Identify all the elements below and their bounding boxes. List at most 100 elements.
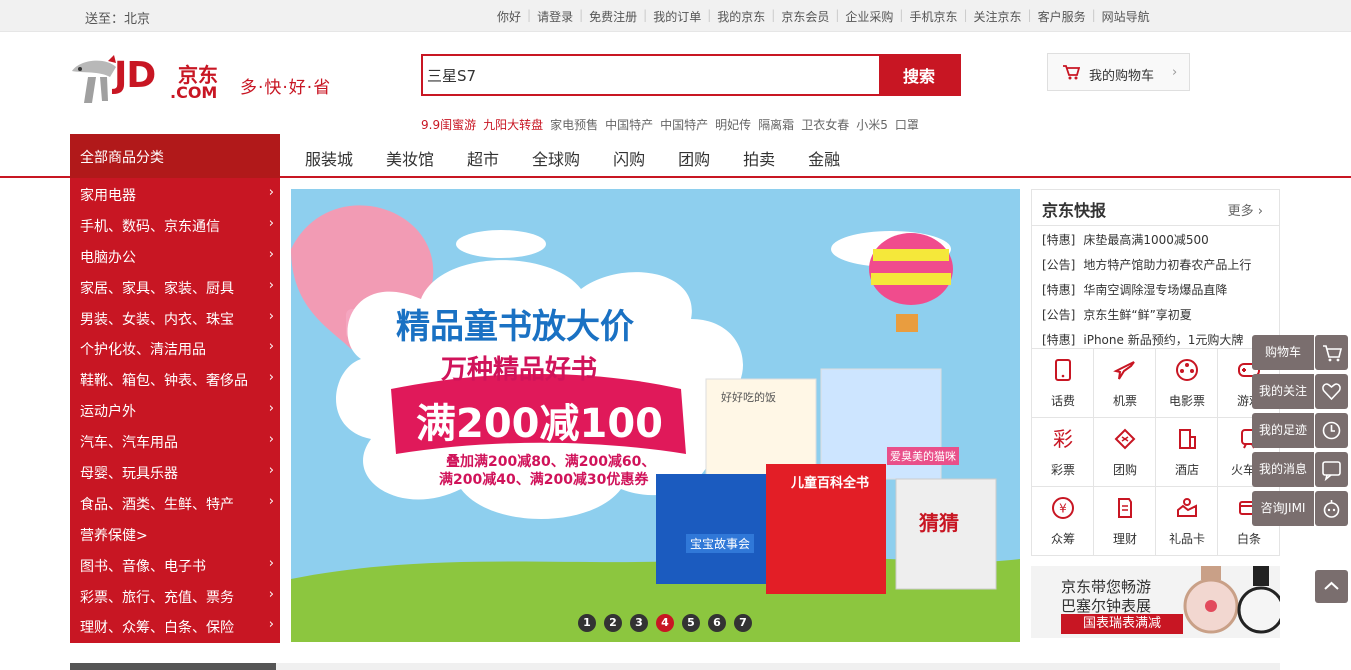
chevron-right-icon: ›: [268, 463, 274, 479]
category-item[interactable]: 图书、音像、电子书 ›: [70, 549, 280, 580]
logo-jd-text: JD: [114, 55, 156, 96]
category-item[interactable]: 家居、家具、家装、厨具 ›: [70, 271, 280, 302]
login-link[interactable]: 请登录: [537, 8, 573, 25]
banner-offer: 满200减100: [416, 401, 663, 447]
nav-item-auction[interactable]: 拍卖: [743, 146, 775, 170]
nav-item-supermarket[interactable]: 超市: [467, 146, 499, 170]
hot-word-link[interactable]: 卫衣女春: [801, 116, 849, 133]
category-item[interactable]: 理财、众筹、白条、保险 ›: [70, 610, 280, 641]
service-giftcard[interactable]: 礼品卡: [1156, 487, 1218, 556]
nav-item-global[interactable]: 全球购: [532, 146, 580, 170]
category-item[interactable]: 鞋靴、箱包、钟表、奢侈品 ›: [70, 363, 280, 394]
logo-slogan: 多·快·好·省: [240, 78, 332, 98]
service-label: 电影票: [1168, 394, 1205, 408]
watch-ad[interactable]: 京东带您畅游 巴塞尔钟表展 国表瑞表满减: [1031, 566, 1280, 638]
hot-word-link[interactable]: 九阳大转盘: [483, 116, 543, 133]
banner-subtitle: 万种精品好书: [441, 355, 598, 385]
mobile-jd-link[interactable]: 手机京东: [909, 8, 957, 25]
hot-word-link[interactable]: 中国特产: [605, 116, 653, 133]
search-input[interactable]: [423, 56, 881, 94]
service-hotel[interactable]: 酒店: [1156, 418, 1218, 487]
service-lottery[interactable]: 彩 彩票: [1032, 418, 1094, 487]
hot-word-link[interactable]: 口罩: [895, 116, 919, 133]
banner-book-2: 爱臭美的猫咪: [887, 447, 959, 465]
toolbar-history[interactable]: 我的足迹: [1252, 413, 1348, 448]
service-crowdfund[interactable]: ¥ 众筹: [1032, 487, 1094, 556]
nav-item-flash[interactable]: 闪购: [613, 146, 645, 170]
my-cart-button[interactable]: 我的购物车 ›: [1047, 53, 1190, 91]
chevron-up-icon: [1324, 581, 1339, 590]
my-jd-link[interactable]: 我的京东: [717, 8, 765, 25]
hot-word-link[interactable]: 家电预售: [550, 116, 598, 133]
service-phone[interactable]: 话费: [1032, 349, 1094, 418]
hot-word-link[interactable]: 小米5: [856, 116, 888, 133]
toolbar-cart[interactable]: 购物车: [1252, 335, 1348, 370]
news-item[interactable]: [公告] 京东生鲜“鲜”享初夏: [1042, 302, 1251, 327]
category-item[interactable]: 汽车、汽车用品 ›: [70, 425, 280, 456]
register-link[interactable]: 免费注册: [589, 8, 637, 25]
hot-word-link[interactable]: 9.9闺蜜游: [421, 116, 476, 133]
category-item[interactable]: 手机、数码、京东通信 ›: [70, 209, 280, 240]
category-item[interactable]: 食品、酒类、生鲜、特产 ›: [70, 487, 280, 518]
category-item[interactable]: 营养保健>: [70, 518, 280, 549]
category-label: 理财、众筹、白条、保险: [80, 620, 234, 637]
jd-logo[interactable]: JD 京东 .COM 多·快·好·省: [70, 55, 360, 115]
toolbar-follow[interactable]: 我的关注: [1252, 374, 1348, 409]
customer-service-link[interactable]: 客户服务: [1038, 8, 1086, 25]
follow-jd-link[interactable]: 关注京东: [974, 8, 1022, 25]
back-to-top-button[interactable]: [1315, 570, 1348, 603]
my-orders-link[interactable]: 我的订单: [653, 8, 701, 25]
nav-item-beauty[interactable]: 美妆馆: [386, 146, 434, 170]
category-item[interactable]: 电脑办公 ›: [70, 240, 280, 271]
service-flight[interactable]: 机票: [1094, 349, 1156, 418]
ad-line-1: 京东带您畅游: [1061, 578, 1152, 596]
banner-dot[interactable]: 1: [578, 614, 596, 632]
category-item[interactable]: 家用电器 ›: [70, 178, 280, 209]
service-movie[interactable]: 电影票: [1156, 349, 1218, 418]
banner-title: 精品童书放大价: [396, 307, 634, 347]
service-label: 机票: [1112, 394, 1137, 408]
news-item[interactable]: [特惠] 华南空调除湿专场爆品直降: [1042, 277, 1251, 302]
nav-item-clothing[interactable]: 服装城: [305, 146, 353, 170]
all-categories-header[interactable]: 全部商品分类: [70, 134, 280, 178]
banner-dot[interactable]: 2: [604, 614, 622, 632]
toolbar-jimi[interactable]: 咨询JIMI: [1252, 491, 1348, 526]
enterprise-link[interactable]: 企业采购: [845, 8, 893, 25]
chevron-right-icon: ›: [268, 308, 274, 324]
category-item[interactable]: 运动户外 ›: [70, 394, 280, 425]
news-title: 京东快报: [1042, 201, 1107, 220]
news-item[interactable]: [特惠] 床垫最高满1000减500: [1042, 227, 1251, 252]
chevron-right-icon: ›: [268, 555, 274, 571]
nav-item-finance[interactable]: 金融: [808, 146, 840, 170]
site-nav-link[interactable]: 网站导航: [1102, 8, 1150, 25]
jd-member-link[interactable]: 京东会员: [781, 8, 829, 25]
news-item[interactable]: [公告] 地方特产馆助力初春农产品上行: [1042, 252, 1251, 277]
nav-item-groupbuy[interactable]: 团购: [678, 146, 710, 170]
banner-dot-active[interactable]: 4: [656, 614, 674, 632]
chevron-right-icon: ›: [1172, 65, 1178, 80]
service-label: 礼品卡: [1168, 532, 1205, 546]
service-finance[interactable]: 理财: [1094, 487, 1156, 556]
toolbar-messages[interactable]: 我的消息: [1252, 452, 1348, 487]
search-button[interactable]: 搜索: [879, 56, 959, 94]
category-item[interactable]: 母婴、玩具乐器 ›: [70, 456, 280, 487]
banner-dot[interactable]: 5: [682, 614, 700, 632]
category-item[interactable]: 个护化妆、清洁用品 ›: [70, 332, 280, 363]
banner-dot[interactable]: 6: [708, 614, 726, 632]
promo-banner[interactable]: 精品童书放大价 万种精品好书 满200减100 叠加满200减80、满200减6…: [291, 189, 1020, 642]
cart-label: 我的购物车: [1089, 69, 1155, 84]
news-text: iPhone 新品预约，1元购大牌: [1083, 333, 1244, 347]
greeting: 你好: [497, 10, 522, 24]
service-groupbuy[interactable]: 团购: [1094, 418, 1156, 487]
banner-dot[interactable]: 3: [630, 614, 648, 632]
news-more-link[interactable]: 更多 ›: [1228, 200, 1263, 219]
category-item[interactable]: 彩票、旅行、充值、票务 ›: [70, 580, 280, 611]
hot-word-link[interactable]: 隔离霜: [758, 116, 794, 133]
banner-dot[interactable]: 7: [734, 614, 752, 632]
category-item[interactable]: 男装、女装、内衣、珠宝 ›: [70, 302, 280, 333]
delivery-location[interactable]: 送至：北京: [85, 8, 150, 27]
category-label: 鞋靴、箱包、钟表、奢侈品: [80, 373, 248, 390]
hot-word-link[interactable]: 明妃传: [715, 116, 751, 133]
hot-word-link[interactable]: 中国特产: [660, 116, 708, 133]
news-text: 地方特产馆助力初春农产品上行: [1083, 258, 1252, 272]
